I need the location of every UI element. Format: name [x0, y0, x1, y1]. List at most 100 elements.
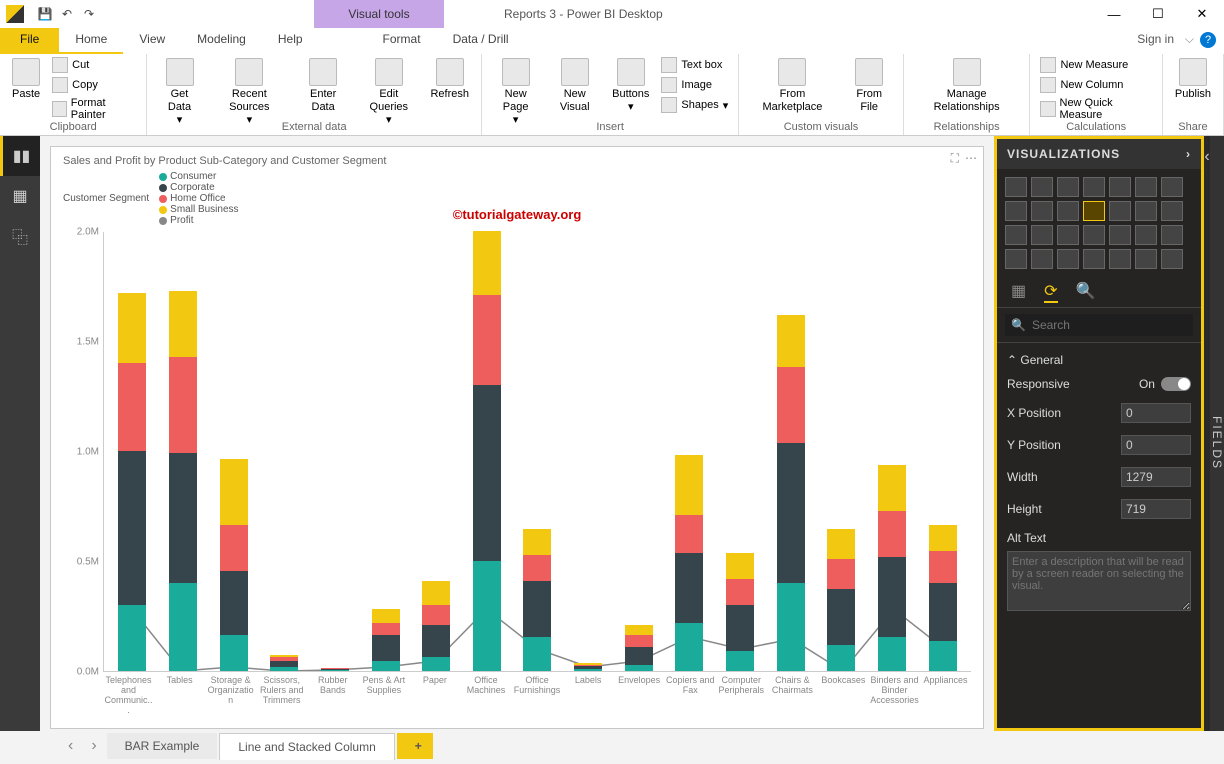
save-icon[interactable]: 💾: [36, 7, 54, 21]
visualizations-pane: VISUALIZATIONS › ▦ ⟳ 🔍 🔍 ⌃ General Respo…: [994, 136, 1204, 731]
viz-type-icon[interactable]: [1005, 201, 1027, 221]
viz-type-icon[interactable]: [1135, 177, 1157, 197]
format-painter-button[interactable]: Format Painter: [48, 96, 140, 122]
viz-type-icon[interactable]: [1161, 201, 1183, 221]
minimize-button[interactable]: —: [1092, 0, 1136, 28]
chart-visual[interactable]: ⛶ ⋯ Sales and Profit by Product Sub-Cate…: [50, 146, 984, 729]
viz-type-icon[interactable]: [1161, 249, 1183, 269]
new-column-button[interactable]: New Column: [1036, 76, 1155, 94]
viz-type-icon[interactable]: [1161, 177, 1183, 197]
format-tab-icon[interactable]: ⟳: [1044, 281, 1057, 303]
search-input[interactable]: [1032, 318, 1187, 332]
close-button[interactable]: ✕: [1180, 0, 1224, 28]
viz-type-icon[interactable]: [1005, 225, 1027, 245]
prev-page-icon[interactable]: ‹: [60, 737, 81, 755]
shapes-button[interactable]: Shapes▾: [657, 96, 732, 114]
viz-type-icon[interactable]: [1057, 201, 1079, 221]
view-tab[interactable]: View: [123, 28, 181, 54]
height-label: Height: [1007, 502, 1042, 516]
viz-type-icon[interactable]: [1135, 249, 1157, 269]
recent-sources-button[interactable]: Recent Sources▾: [208, 56, 292, 130]
visual-tools-tab[interactable]: Visual tools: [314, 0, 444, 28]
fields-pane-collapsed[interactable]: FIELDS: [1210, 136, 1224, 731]
viz-type-icon[interactable]: [1005, 177, 1027, 197]
viz-type-icon[interactable]: [1109, 249, 1131, 269]
viz-type-icon[interactable]: [1057, 249, 1079, 269]
enter-data-button[interactable]: Enter Data: [293, 56, 353, 116]
viz-type-icon[interactable]: [1109, 177, 1131, 197]
expand-pane-icon[interactable]: ›: [1186, 147, 1191, 161]
viz-type-icon[interactable]: [1083, 249, 1105, 269]
text-box-button[interactable]: Text box: [657, 56, 732, 74]
add-page-button[interactable]: +: [397, 733, 433, 759]
report-view-icon[interactable]: ▮▮: [0, 136, 40, 176]
viz-type-icon[interactable]: [1161, 225, 1183, 245]
model-view-icon[interactable]: ⿻: [0, 216, 40, 256]
general-section-header[interactable]: ⌃ General: [1007, 349, 1191, 371]
publish-button[interactable]: Publish: [1169, 56, 1217, 103]
cut-button[interactable]: Cut: [48, 56, 140, 74]
page-tab-bar-example[interactable]: BAR Example: [107, 733, 218, 759]
file-tab[interactable]: File: [0, 28, 59, 54]
analytics-tab-icon[interactable]: 🔍: [1076, 281, 1096, 303]
new-visual-button[interactable]: New Visual: [545, 56, 604, 116]
responsive-toggle[interactable]: [1161, 377, 1191, 391]
alt-text-input[interactable]: [1007, 551, 1191, 611]
viz-type-icon[interactable]: [1109, 201, 1131, 221]
modeling-tab[interactable]: Modeling: [181, 28, 262, 54]
search-box[interactable]: 🔍: [1005, 314, 1193, 336]
from-marketplace-button[interactable]: From Marketplace: [745, 56, 839, 116]
viz-type-icon[interactable]: [1083, 225, 1105, 245]
y-position-input[interactable]: [1121, 435, 1191, 455]
next-page-icon[interactable]: ›: [83, 737, 104, 755]
fields-tab-icon[interactable]: ▦: [1011, 281, 1026, 303]
new-page-button[interactable]: New Page▾: [488, 56, 543, 130]
maximize-button[interactable]: ☐: [1136, 0, 1180, 28]
sign-in-link[interactable]: Sign in: [1137, 32, 1174, 46]
share-label: Share: [1178, 121, 1207, 133]
viz-type-icon[interactable]: [1135, 201, 1157, 221]
external-data-label: External data: [282, 121, 347, 133]
viz-type-icon[interactable]: [1031, 177, 1053, 197]
viz-type-icon[interactable]: [1109, 225, 1131, 245]
viz-type-icon[interactable]: [1135, 225, 1157, 245]
refresh-button[interactable]: Refresh: [424, 56, 475, 103]
copy-button[interactable]: Copy: [48, 76, 140, 94]
paste-button[interactable]: Paste: [6, 56, 46, 103]
undo-icon[interactable]: ↶: [58, 7, 76, 21]
help-icon[interactable]: ?: [1200, 32, 1216, 48]
data-view-icon[interactable]: ▦: [0, 176, 40, 216]
edit-queries-button[interactable]: Edit Queries▾: [355, 56, 422, 130]
relationships-label: Relationships: [934, 121, 1000, 133]
viz-type-icon[interactable]: [1005, 249, 1027, 269]
viz-type-icon[interactable]: [1057, 225, 1079, 245]
buttons-button[interactable]: Buttons▾: [606, 56, 655, 116]
viz-type-icon[interactable]: [1083, 201, 1105, 221]
get-data-button[interactable]: Get Data▾: [153, 56, 205, 130]
height-input[interactable]: [1121, 499, 1191, 519]
x-position-input[interactable]: [1121, 403, 1191, 423]
page-tab-line-stacked-column[interactable]: Line and Stacked Column: [219, 733, 394, 760]
format-tab[interactable]: Format: [367, 28, 437, 54]
alt-text-label: Alt Text: [1007, 531, 1046, 545]
image-button[interactable]: Image: [657, 76, 732, 94]
viz-type-icon[interactable]: [1057, 177, 1079, 197]
home-tab[interactable]: Home: [59, 28, 123, 54]
insert-group: New Page▾ New Visual Buttons▾ Text box I…: [482, 54, 739, 135]
viz-type-icon[interactable]: [1031, 225, 1053, 245]
viz-type-icon[interactable]: [1083, 177, 1105, 197]
viz-type-icon[interactable]: [1031, 249, 1053, 269]
width-input[interactable]: [1121, 467, 1191, 487]
manage-relationships-button[interactable]: Manage Relationships: [910, 56, 1024, 116]
data-drill-tab[interactable]: Data / Drill: [437, 28, 525, 54]
new-measure-button[interactable]: New Measure: [1036, 56, 1155, 74]
more-options-icon[interactable]: ⋯: [965, 151, 977, 166]
report-canvas[interactable]: ⛶ ⋯ Sales and Profit by Product Sub-Cate…: [40, 136, 994, 731]
new-quick-measure-button[interactable]: New Quick Measure: [1036, 96, 1155, 122]
focus-mode-icon[interactable]: ⛶: [951, 151, 959, 166]
redo-icon[interactable]: ↷: [80, 7, 98, 21]
from-file-button[interactable]: From File: [842, 56, 897, 116]
help-tab[interactable]: Help: [262, 28, 319, 54]
chevron-down-icon[interactable]: ⌵: [1185, 32, 1194, 47]
viz-type-icon[interactable]: [1031, 201, 1053, 221]
